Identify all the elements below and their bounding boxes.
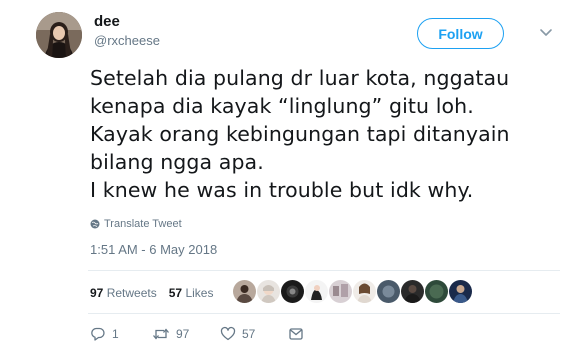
- tweet-line: Kayak orang kebingungan tapi ditanyain: [90, 122, 510, 146]
- liker-avatar[interactable]: [257, 280, 280, 303]
- reply-count: 1: [112, 327, 119, 341]
- liker-avatar[interactable]: [353, 280, 376, 303]
- direct-message-button[interactable]: [288, 326, 304, 342]
- liker-avatar[interactable]: [305, 280, 328, 303]
- translate-tweet-link[interactable]: Translate Tweet: [90, 218, 182, 230]
- user-display-name[interactable]: dee: [94, 13, 120, 30]
- tweet-actions: 1 97 57: [90, 326, 304, 342]
- retweets-count: 97: [90, 286, 104, 300]
- divider: [88, 270, 560, 271]
- tweet-line: kenapa dia kayak “linglung” gitu loh.: [90, 94, 474, 118]
- retweets-stat[interactable]: 97 Retweets: [90, 286, 157, 300]
- user-avatar[interactable]: [36, 12, 82, 58]
- liker-avatar[interactable]: [425, 280, 448, 303]
- follow-button[interactable]: Follow: [417, 18, 504, 49]
- retweet-icon: [153, 328, 169, 340]
- liker-avatar[interactable]: [233, 280, 256, 303]
- tweet-line: Setelah dia pulang dr luar kota, nggatau: [90, 66, 510, 90]
- tweet-timestamp[interactable]: 1:51 AM - 6 May 2018: [90, 242, 217, 257]
- likes-count: 57: [168, 286, 183, 300]
- like-button[interactable]: 57: [220, 326, 288, 342]
- liker-avatar[interactable]: [329, 280, 352, 303]
- liker-avatar[interactable]: [449, 280, 472, 303]
- retweet-button[interactable]: 97: [152, 326, 220, 342]
- caret-down-icon[interactable]: [538, 24, 554, 40]
- retweet-count: 97: [176, 327, 190, 341]
- reply-icon: [91, 327, 105, 341]
- tweet-line: bilang ngga apa.: [90, 150, 264, 174]
- heart-icon: [220, 326, 236, 341]
- liker-avatar[interactable]: [281, 280, 304, 303]
- tweet-stats: 97 Retweets 57 Likes: [90, 286, 213, 300]
- tweet-text: Setelah dia pulang dr luar kota, nggatau…: [90, 64, 560, 204]
- liker-avatar[interactable]: [401, 280, 424, 303]
- like-count: 57: [242, 327, 256, 341]
- likes-label: Likes: [185, 286, 214, 300]
- reply-button[interactable]: 1: [90, 326, 152, 342]
- tweet-line: I knew he was in trouble but idk why.: [90, 178, 474, 202]
- retweets-label: Retweets: [106, 286, 157, 300]
- globe-icon: [90, 219, 100, 229]
- translate-label: Translate Tweet: [104, 218, 182, 230]
- likes-stat[interactable]: 57 Likes: [169, 286, 214, 300]
- message-icon: [289, 328, 303, 340]
- divider: [88, 313, 560, 314]
- user-handle[interactable]: @rxcheese: [94, 33, 160, 48]
- liker-avatar[interactable]: [377, 280, 400, 303]
- liker-avatars: [233, 280, 472, 303]
